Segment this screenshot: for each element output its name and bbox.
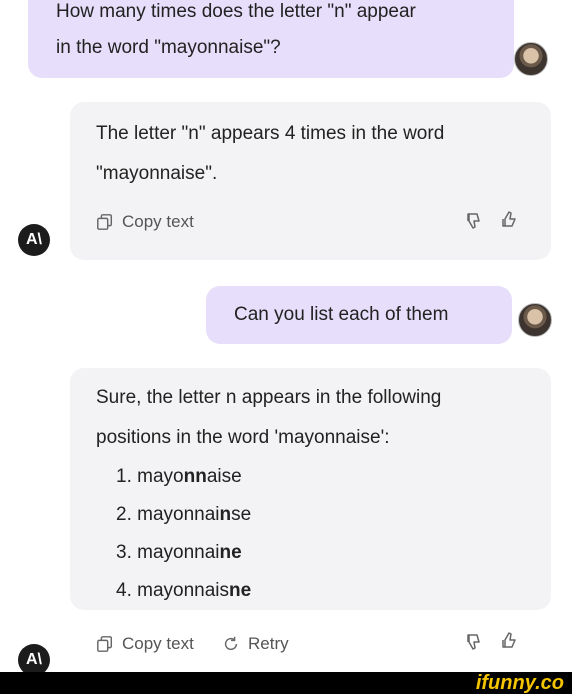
copy-text-button-1[interactable]: Copy text <box>96 212 194 232</box>
copy-text-label-1: Copy text <box>122 212 194 231</box>
thumbs-up-icon-2[interactable] <box>500 630 520 650</box>
list-item: 3. mayonnaine <box>116 542 242 563</box>
copy-text-label-2: Copy text <box>122 634 194 653</box>
ai-avatar-1-label: A\ <box>26 231 42 248</box>
user-message-1-line-2: in the word "mayonnaise"? <box>56 37 281 58</box>
retry-icon <box>224 636 238 651</box>
ai-message-1-line-1: The letter "n" appears 4 times in the wo… <box>96 123 445 144</box>
thumbs-down-icon-1[interactable] <box>465 211 485 231</box>
ai-message-1-line-2: "mayonnaise". <box>96 163 218 184</box>
thumbs-down-icon-2[interactable] <box>465 632 485 652</box>
list-item: 2. mayonnainse <box>116 504 252 525</box>
watermark: ifunny.co <box>475 672 564 694</box>
user-message-1-line-1: How many times does the letter "n" appea… <box>56 1 416 22</box>
ai-avatar-1: A\ <box>18 224 50 256</box>
user-message-2-text: Can you list each of them <box>234 304 449 325</box>
user-message-1: How many times does the letter "n" appea… <box>28 0 514 78</box>
list-item: 4. mayonnaisne <box>116 580 252 601</box>
thumbs-up-icon-1[interactable] <box>500 209 520 229</box>
ai-message-2-line-2: positions in the word 'mayonnaise': <box>96 427 390 448</box>
user-message-2: Can you list each of them <box>206 286 512 344</box>
user-avatar <box>514 42 548 76</box>
copy-icon <box>97 214 113 230</box>
ai-avatar-2-label: A\ <box>26 651 42 668</box>
copy-icon <box>97 636 113 652</box>
ai-message-1: The letter "n" appears 4 times in the wo… <box>70 102 551 260</box>
list-item: 1. mayonnaise <box>116 466 242 487</box>
position-list: 1. mayonnaise 2. mayonnainse 3. mayonnai… <box>116 458 551 610</box>
user-avatar-2 <box>518 303 552 337</box>
retry-label: Retry <box>248 634 289 653</box>
retry-button[interactable]: Retry <box>222 634 289 654</box>
ai-message-2-line-1: Sure, the letter n appears in the follow… <box>96 387 442 408</box>
ai-message-2: Sure, the letter n appears in the follow… <box>70 368 551 610</box>
copy-text-button-2[interactable]: Copy text <box>96 634 194 654</box>
